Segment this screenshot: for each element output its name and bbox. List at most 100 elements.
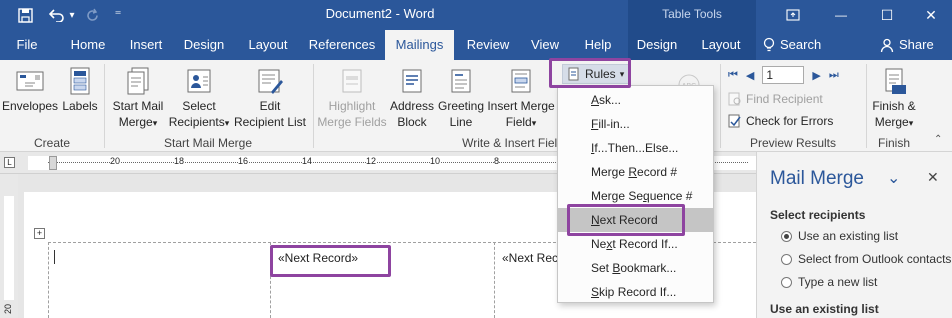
radio-select-outlook-contacts[interactable]: Select from Outlook contacts xyxy=(781,252,951,266)
select-recipients-line1: Select xyxy=(182,99,216,113)
undo-dropdown-icon[interactable]: ▾ xyxy=(67,0,77,30)
labels-button[interactable]: Labels xyxy=(60,66,100,114)
highlight-merge-fields-line2: Merge Fields xyxy=(317,115,387,129)
greeting-line-line2: Line xyxy=(449,115,473,129)
tab-table-design[interactable]: Design xyxy=(628,30,686,60)
find-recipient-label: Find Recipient xyxy=(746,92,823,106)
undo-icon[interactable] xyxy=(46,0,68,30)
maximize-button[interactable]: ☐ xyxy=(864,0,910,30)
tab-insert[interactable]: Insert xyxy=(122,30,170,60)
highlight-box-merge-field xyxy=(270,245,391,277)
ruler-label: 10 xyxy=(430,156,441,166)
find-recipient-button[interactable]: Find Recipient xyxy=(728,90,823,108)
chevron-down-icon: ▾ xyxy=(224,118,230,128)
title-bar: ▾ ⁼ Document2 - Word Table Tools — ☐ ✕ xyxy=(0,0,952,30)
ruler-label: 16 xyxy=(238,156,249,166)
first-record-icon[interactable]: ⏮ xyxy=(728,69,738,82)
tab-home[interactable]: Home xyxy=(64,30,112,60)
radio-use-existing-list[interactable]: Use an existing list xyxy=(781,229,898,243)
menu-item-if-then-else[interactable]: If...Then...Else... xyxy=(558,136,713,160)
mail-merge-pane: Mail Merge ⌄ ✕ Select recipients Use an … xyxy=(756,152,952,318)
check-for-errors-label: Check for Errors xyxy=(746,114,834,128)
table-tools-context-label: Table Tools xyxy=(628,0,756,30)
address-block-line1: Address xyxy=(389,99,435,113)
chevron-down-icon: ▾ xyxy=(531,118,537,128)
vertical-ruler-label: 20 xyxy=(3,304,13,315)
radio-type-new-list[interactable]: Type a new list xyxy=(781,275,877,289)
menu-item-skip-record-if[interactable]: Skip Record If... xyxy=(558,280,713,304)
group-separator xyxy=(104,64,105,148)
share-button[interactable]: Share xyxy=(880,30,938,60)
pane-close-button[interactable]: ✕ xyxy=(927,169,939,186)
finish-merge-line1: Finish & xyxy=(872,99,916,113)
tab-design[interactable]: Design xyxy=(178,30,230,60)
tell-me-label: Search xyxy=(780,37,822,52)
minimize-button[interactable]: — xyxy=(818,0,864,30)
tab-view[interactable]: View xyxy=(524,30,566,60)
menu-item-fill-in[interactable]: Fill-in... xyxy=(558,112,713,136)
next-record-icon[interactable]: ▶ xyxy=(812,69,820,82)
tab-mailings[interactable]: Mailings xyxy=(385,30,454,60)
close-button[interactable]: ✕ xyxy=(908,0,952,30)
tab-review[interactable]: Review xyxy=(462,30,514,60)
edit-recipient-list-line2: Recipient List xyxy=(233,115,307,129)
table-move-handle-icon[interactable]: + xyxy=(34,228,45,239)
tab-help[interactable]: Help xyxy=(576,30,620,60)
labels-icon xyxy=(70,67,90,95)
save-icon[interactable] xyxy=(14,0,36,30)
last-record-icon[interactable]: ⏭ xyxy=(829,69,839,82)
record-navigation: ⏮ ◀ ▶ ⏭ xyxy=(728,66,839,84)
finish-merge-icon xyxy=(885,68,906,94)
start-mail-merge-button[interactable]: Start Mail Merge▾ xyxy=(108,66,168,131)
share-label: Share xyxy=(899,37,934,52)
edit-recipient-list-button[interactable]: Edit Recipient List xyxy=(232,66,308,130)
tab-selector-icon[interactable]: L xyxy=(4,157,15,168)
use-existing-list-heading: Use an existing list xyxy=(770,302,879,316)
tab-file[interactable]: File xyxy=(6,30,48,60)
start-mail-merge-line1: Start Mail xyxy=(112,99,164,113)
highlight-merge-fields-button[interactable]: Highlight Merge Fields xyxy=(316,66,388,130)
highlight-box-next-record xyxy=(567,204,685,236)
select-recipients-button[interactable]: Select Recipients▾ xyxy=(166,66,232,131)
document-title: Document2 - Word xyxy=(325,6,435,21)
check-errors-icon xyxy=(728,114,741,128)
tab-layout[interactable]: Layout xyxy=(242,30,294,60)
ruler-label: 20 xyxy=(110,156,121,166)
select-recipients-heading: Select recipients xyxy=(770,208,866,222)
start-mail-merge-icon xyxy=(127,67,149,95)
insert-merge-field-button[interactable]: Insert Merge Field▾ xyxy=(486,66,556,131)
customize-qat-icon[interactable]: ⁼ xyxy=(110,0,126,30)
record-number-input[interactable] xyxy=(762,66,805,84)
lightbulb-icon xyxy=(763,37,775,52)
tab-references[interactable]: References xyxy=(306,30,378,60)
ruler-label: 14 xyxy=(302,156,313,166)
tab-table-layout[interactable]: Layout xyxy=(686,30,756,60)
ruler-label: 12 xyxy=(366,156,377,166)
indent-marker[interactable] xyxy=(49,156,57,170)
menu-item-ask[interactable]: Ask... xyxy=(558,88,713,112)
labels-label: Labels xyxy=(62,99,98,113)
envelope-icon xyxy=(16,71,44,91)
group-label-finish: Finish xyxy=(877,136,910,150)
insert-merge-field-icon xyxy=(511,69,531,93)
collapse-ribbon-icon[interactable]: ⌃ xyxy=(934,134,942,145)
tell-me-search[interactable]: Search xyxy=(762,30,824,60)
radio-icon xyxy=(781,276,792,288)
text-cursor xyxy=(54,250,55,264)
check-for-errors-button[interactable]: Check for Errors xyxy=(728,112,833,130)
edit-list-icon xyxy=(258,69,283,94)
ribbon-display-options-icon[interactable] xyxy=(770,0,816,30)
address-block-button[interactable]: Address Block xyxy=(388,66,436,130)
ruler-label: 18 xyxy=(174,156,185,166)
previous-record-icon[interactable]: ◀ xyxy=(746,69,754,82)
envelopes-button[interactable]: Envelopes xyxy=(2,66,58,114)
insert-merge-field-line2: Field xyxy=(505,115,532,129)
greeting-line-button[interactable]: Greeting Line xyxy=(436,66,486,130)
finish-merge-button[interactable]: Finish & Merge▾ xyxy=(868,66,920,131)
menu-item-set-bookmark[interactable]: Set Bookmark... xyxy=(558,256,713,280)
menu-item-merge-record[interactable]: Merge Record # xyxy=(558,160,713,184)
group-label-preview-results: Preview Results xyxy=(749,136,837,150)
finish-merge-line2: Merge xyxy=(874,115,909,129)
redo-icon[interactable] xyxy=(82,0,102,30)
pane-options-dropdown-icon[interactable]: ⌄ xyxy=(887,168,900,188)
